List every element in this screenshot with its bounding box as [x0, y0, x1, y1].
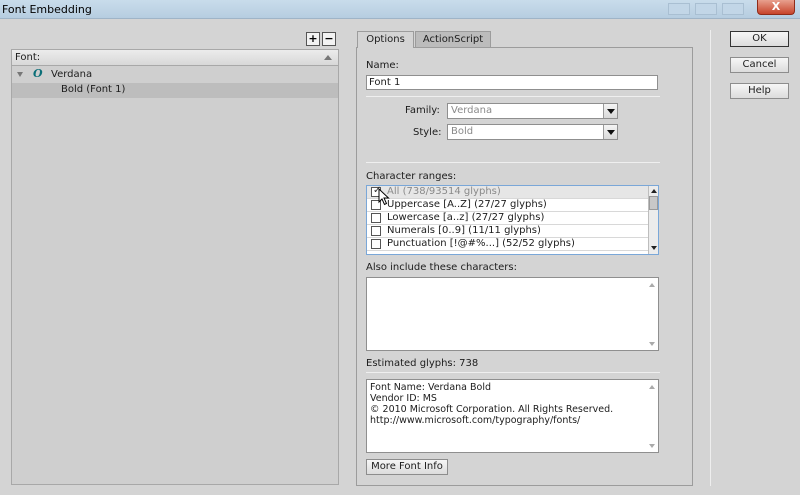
range-checkbox-lowercase[interactable]	[371, 213, 381, 223]
tree-item-family[interactable]: O Verdana	[12, 67, 338, 82]
range-item-punctuation[interactable]: Punctuation [!@#%...] (52/52 glyphs)	[367, 238, 648, 251]
range-item-uppercase[interactable]: Uppercase [A..Z] (27/27 glyphs)	[367, 199, 648, 212]
font-info-line: Font Name: Verdana Bold	[370, 382, 492, 393]
scroll-up-icon[interactable]	[649, 283, 655, 287]
separator	[366, 372, 660, 373]
more-font-info-button[interactable]: More Font Info	[366, 459, 448, 475]
range-checkbox-punctuation[interactable]	[371, 239, 381, 249]
scroll-thumb[interactable]	[649, 196, 658, 210]
also-include-textarea[interactable]	[366, 277, 659, 351]
tree-item-family-label: Verdana	[51, 69, 93, 80]
tab-options[interactable]: Options	[357, 31, 414, 48]
style-dropdown-value: Bold	[451, 126, 474, 137]
family-label: Family:	[405, 105, 440, 116]
add-font-button[interactable]: +	[306, 32, 320, 46]
range-item-label: All (738/93514 glyphs)	[387, 186, 501, 197]
help-button[interactable]: Help	[730, 83, 789, 99]
scroll-down-icon[interactable]	[651, 246, 657, 250]
window-title: Font Embedding	[2, 3, 92, 16]
font-list-panel[interactable]: Font: O Verdana Bold (Font 1)	[11, 49, 339, 485]
also-include-label: Also include these characters:	[366, 262, 517, 273]
ok-button[interactable]: OK	[730, 31, 789, 47]
font-list-header[interactable]: Font:	[12, 50, 338, 66]
font-info-box[interactable]: Font Name: Verdana Bold Vendor ID: MS © …	[366, 379, 659, 453]
family-dropdown-value: Verdana	[451, 105, 493, 116]
style-label: Style:	[413, 127, 442, 138]
name-label: Name:	[366, 60, 399, 71]
name-input-value: Font 1	[369, 77, 401, 88]
tab-options-label: Options	[366, 34, 405, 45]
separator	[366, 96, 660, 97]
tab-actionscript-label: ActionScript	[422, 34, 484, 45]
scroll-down-icon[interactable]	[649, 444, 655, 448]
ok-button-label: OK	[752, 33, 767, 44]
chevron-down-icon	[607, 109, 615, 114]
help-button-label: Help	[748, 85, 771, 96]
mouse-pointer-icon	[378, 188, 390, 206]
scroll-up-icon[interactable]	[651, 189, 657, 193]
close-icon: X	[771, 0, 781, 13]
character-ranges-list[interactable]: ✓ All (738/93514 glyphs) Uppercase [A..Z…	[366, 185, 659, 255]
font-info-line: http://www.microsoft.com/typography/font…	[370, 415, 581, 426]
cancel-button[interactable]: Cancel	[730, 57, 789, 73]
style-dropdown-button[interactable]	[603, 125, 617, 139]
tab-actionscript[interactable]: ActionScript	[415, 31, 491, 47]
range-checkbox-numerals[interactable]	[371, 226, 381, 236]
range-item-label: Punctuation [!@#%...] (52/52 glyphs)	[387, 238, 575, 249]
plus-icon: +	[308, 32, 318, 45]
tree-item-style-selected[interactable]: Bold (Font 1)	[12, 83, 338, 98]
character-ranges-label: Character ranges:	[366, 171, 457, 182]
expand-arrow-icon[interactable]	[17, 72, 23, 77]
estimated-glyphs-label: Estimated glyphs: 738	[366, 358, 479, 369]
family-dropdown[interactable]: Verdana	[447, 103, 618, 119]
title-bar-decoration	[668, 3, 690, 15]
font-list-header-label: Font:	[15, 52, 41, 63]
sort-ascending-icon[interactable]	[324, 55, 332, 60]
style-dropdown[interactable]: Bold	[447, 124, 618, 140]
range-item-label: Lowercase [a..z] (27/27 glyphs)	[387, 212, 545, 223]
scroll-down-icon[interactable]	[649, 342, 655, 346]
tree-item-style-label: Bold (Font 1)	[61, 84, 126, 95]
more-font-info-label: More Font Info	[371, 461, 443, 472]
minus-icon: −	[324, 32, 334, 45]
title-bar-decoration	[722, 3, 744, 15]
separator	[366, 162, 660, 163]
cancel-button-label: Cancel	[742, 59, 777, 70]
font-info-line: Vendor ID: MS	[370, 393, 437, 404]
range-item-lowercase[interactable]: Lowercase [a..z] (27/27 glyphs)	[367, 212, 648, 225]
range-item-numerals[interactable]: Numerals [0..9] (11/11 glyphs)	[367, 225, 648, 238]
title-bar[interactable]: Font Embedding X	[0, 0, 800, 19]
scroll-up-icon[interactable]	[649, 385, 655, 389]
ranges-scrollbar[interactable]	[648, 186, 658, 254]
range-item-label: Numerals [0..9] (11/11 glyphs)	[387, 225, 541, 236]
name-input[interactable]: Font 1	[366, 75, 658, 90]
family-dropdown-button[interactable]	[603, 104, 617, 118]
close-button[interactable]: X	[757, 0, 795, 15]
range-item-all[interactable]: ✓ All (738/93514 glyphs)	[367, 186, 648, 199]
opentype-font-icon: O	[33, 67, 43, 80]
font-info-line: © 2010 Microsoft Corporation. All Rights…	[370, 404, 614, 415]
range-item-label: Uppercase [A..Z] (27/27 glyphs)	[387, 199, 547, 210]
remove-font-button[interactable]: −	[322, 32, 336, 46]
title-bar-decoration	[695, 3, 717, 15]
divider	[710, 30, 711, 486]
chevron-down-icon	[607, 130, 615, 135]
